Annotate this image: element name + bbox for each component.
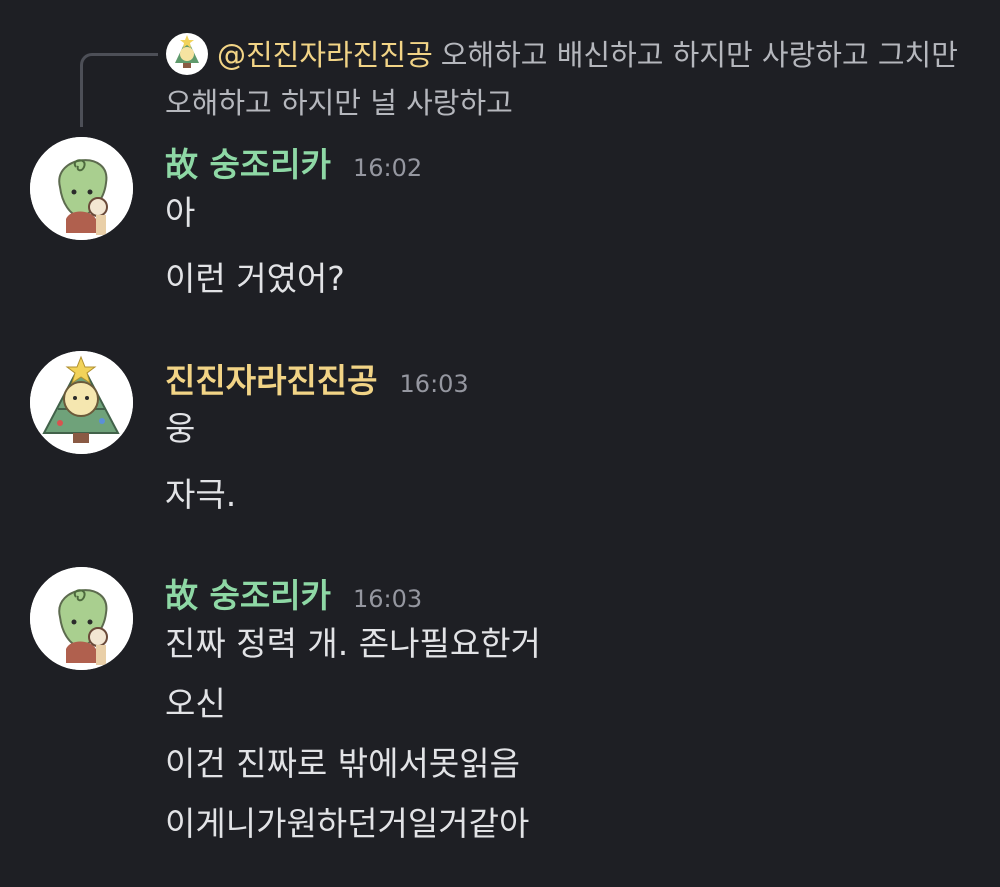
message-group: 故 숭조리카 16:03 진짜 정력 개. 존나필요한거 오신 이건 진짜로 밖… [0, 567, 1000, 872]
message-header: 진진자라진진공 16:03 [165, 357, 469, 405]
message-group: 진진자라진진공 16:03 웅 자극. [0, 351, 1000, 527]
message-text: 웅 [165, 409, 196, 448]
message-text: 아 [165, 193, 196, 232]
message-text: 오신 [165, 684, 226, 723]
reply-content: @진진자라진진공 오해하고 배신하고 하지만 사랑하고 그치만 오해하고 하지만 … [165, 31, 975, 127]
avatar[interactable] [30, 137, 133, 240]
author-name[interactable]: 故 숭조리카 [165, 572, 331, 620]
message-text: 이게니가원하던거일거같아 [165, 804, 530, 843]
avatar[interactable] [30, 567, 133, 670]
avatar[interactable] [30, 351, 133, 454]
reply-connector [80, 53, 158, 127]
timestamp: 16:02 [352, 154, 423, 182]
message-text: 이런 거였어? [165, 259, 345, 298]
message-group: 故 숭조리카 16:02 아 이런 거였어? [0, 137, 1000, 311]
timestamp: 16:03 [399, 370, 469, 398]
message-text: 자극. [165, 475, 237, 514]
message-text: 진짜 정력 개. 존나필요한거 [165, 624, 541, 663]
message-text: 이건 진짜로 밖에서못읽음 [165, 744, 520, 783]
timestamp: 16:03 [352, 585, 423, 613]
message-header: 故 숭조리카 16:02 [165, 141, 422, 189]
reply-preview[interactable]: @진진자라진진공 오해하고 배신하고 하지만 사랑하고 그치만 오해하고 하지만 … [0, 0, 1000, 130]
author-name[interactable]: 진진자라진진공 [165, 357, 378, 405]
author-name[interactable]: 故 숭조리카 [165, 141, 331, 189]
message-header: 故 숭조리카 16:03 [165, 572, 422, 620]
reply-author[interactable]: @진진자라진진공 [217, 38, 433, 72]
